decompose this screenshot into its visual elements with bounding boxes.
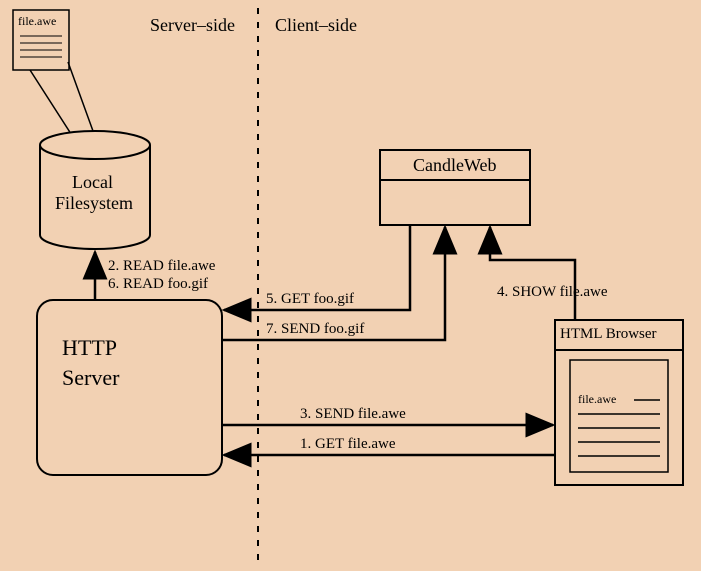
html-browser-box xyxy=(555,320,683,485)
filesystem-label-2: Filesystem xyxy=(55,193,133,214)
filesystem-label-1: Local xyxy=(72,172,113,193)
browser-title: HTML Browser xyxy=(560,326,657,343)
step1-label: 1. GET file.awe xyxy=(300,436,396,453)
step4-label: 4. SHOW file.awe xyxy=(497,284,608,301)
step2-label: 2. READ file.awe xyxy=(108,258,215,275)
browser-doc-label: file.awe xyxy=(578,392,616,407)
arrow-step4 xyxy=(490,227,575,320)
http-server-label-1: HTTP xyxy=(62,335,117,361)
candleweb-label: CandleWeb xyxy=(413,155,497,176)
file-icon xyxy=(13,10,93,137)
step5-label: 5. GET foo.gif xyxy=(266,291,354,308)
step6-label: 6. READ foo.gif xyxy=(108,276,208,293)
http-server-label-2: Server xyxy=(62,365,119,391)
client-side-heading: Client–side xyxy=(275,15,357,36)
step7-label: 7. SEND foo.gif xyxy=(266,321,364,338)
server-side-heading: Server–side xyxy=(150,15,235,36)
file-icon-label: file.awe xyxy=(18,14,56,29)
step3-label: 3. SEND file.awe xyxy=(300,406,406,423)
